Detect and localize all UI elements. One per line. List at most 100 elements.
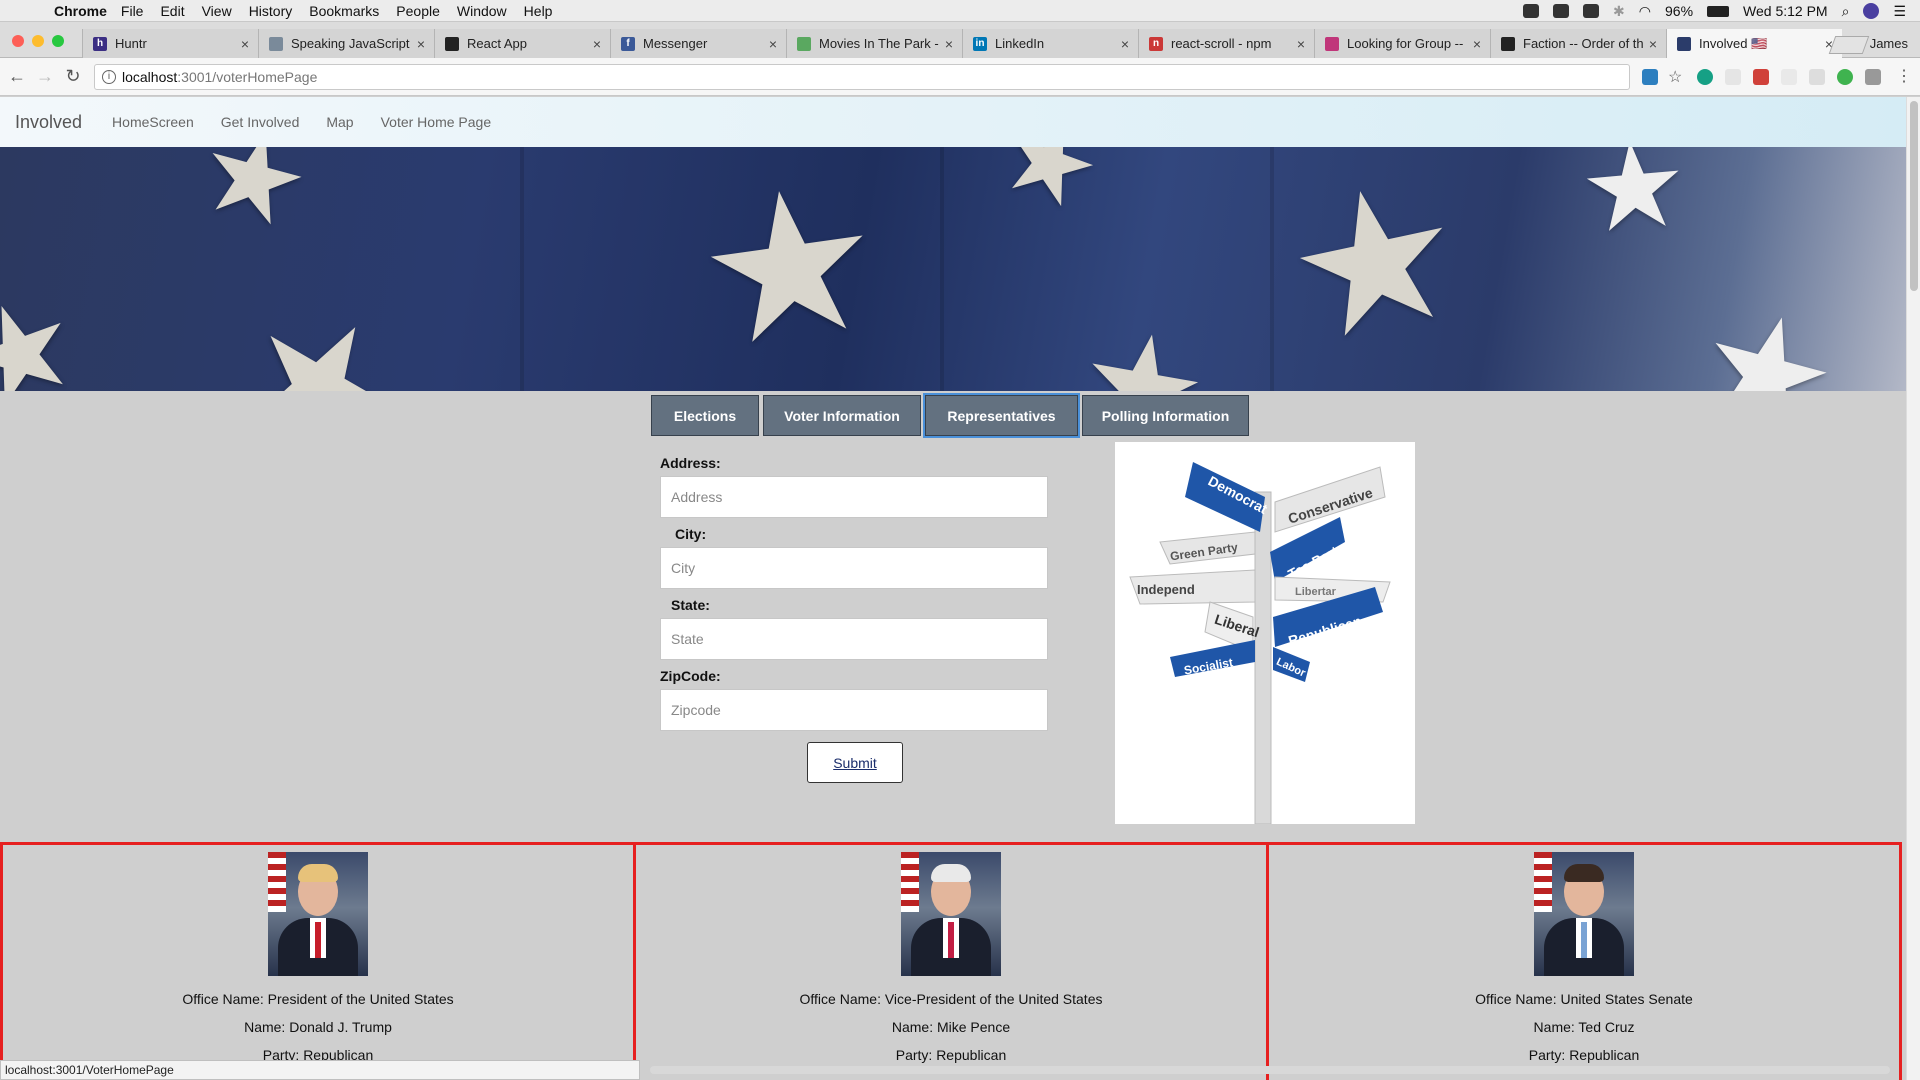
browser-tab[interactable]: n react-scroll - npm × bbox=[1138, 29, 1314, 58]
airplay-icon[interactable] bbox=[1583, 4, 1600, 18]
browser-tab[interactable]: Involved 🇺🇸 × bbox=[1666, 29, 1842, 58]
extension-3-icon[interactable] bbox=[1725, 69, 1741, 85]
horizontal-scrollbar[interactable] bbox=[650, 1066, 1890, 1074]
close-tab-icon[interactable]: × bbox=[940, 36, 958, 52]
menu-history[interactable]: History bbox=[249, 3, 293, 19]
reload-icon[interactable]: ↻ bbox=[62, 66, 84, 87]
menu-edit[interactable]: Edit bbox=[160, 3, 184, 19]
bluetooth-icon[interactable]: ✱ bbox=[1613, 3, 1625, 20]
chrome-menu-icon[interactable]: ⋮ bbox=[1896, 66, 1912, 86]
faction-favicon-icon bbox=[1501, 36, 1515, 51]
nav-link-map[interactable]: Map bbox=[326, 114, 353, 130]
browser-tab[interactable]: Movies In The Park - × bbox=[786, 29, 962, 58]
flag-hero-image: ★ ★ ★ ★ ★ ★ ★ ★ ★ bbox=[0, 147, 1906, 391]
battery-percent[interactable]: 96% bbox=[1665, 3, 1693, 19]
nav-link-voter-home-page[interactable]: Voter Home Page bbox=[381, 114, 492, 130]
city-input[interactable]: City bbox=[660, 547, 1048, 589]
extension-1-icon[interactable] bbox=[1642, 69, 1658, 85]
extension-6-icon[interactable] bbox=[1809, 69, 1825, 85]
political-signpost-image: Democrat Conservative Green Party Tea Pa… bbox=[1115, 442, 1415, 824]
browser-tab[interactable]: React App × bbox=[434, 29, 610, 58]
browser-tab[interactable]: Faction -- Order of th × bbox=[1490, 29, 1666, 58]
scrollbar-thumb[interactable] bbox=[1910, 101, 1918, 291]
tab-representatives[interactable]: Representatives bbox=[923, 393, 1080, 438]
navbar-brand[interactable]: Involved bbox=[15, 112, 82, 133]
macos-menu-bar: Chrome File Edit View History Bookmarks … bbox=[0, 0, 1920, 22]
browser-tab[interactable]: f Messenger × bbox=[610, 29, 786, 58]
tab-polling-information[interactable]: Polling Information bbox=[1082, 395, 1249, 436]
zipcode-input[interactable]: Zipcode bbox=[660, 689, 1048, 731]
close-tab-icon[interactable]: × bbox=[1644, 36, 1662, 52]
site-info-icon[interactable]: i bbox=[102, 70, 116, 84]
battery-icon[interactable] bbox=[1707, 5, 1730, 17]
extension-8-icon[interactable] bbox=[1865, 69, 1881, 85]
nav-link-get-involved[interactable]: Get Involved bbox=[221, 114, 300, 130]
browser-tab[interactable]: Looking for Group -- × bbox=[1314, 29, 1490, 58]
menu-app-name[interactable]: Chrome bbox=[54, 3, 107, 19]
representative-card: Office Name: President of the United Sta… bbox=[3, 845, 636, 1080]
close-tab-icon[interactable]: × bbox=[764, 36, 782, 52]
clock[interactable]: Wed 5:12 PM bbox=[1743, 3, 1828, 19]
browser-tab[interactable]: in LinkedIn × bbox=[962, 29, 1138, 58]
menu-window[interactable]: Window bbox=[457, 3, 507, 19]
close-tab-icon[interactable]: × bbox=[236, 36, 254, 52]
tab-title: Messenger bbox=[643, 36, 708, 51]
address-form: Address: Address City: City State: State… bbox=[660, 455, 1050, 739]
address-input[interactable]: Address bbox=[660, 476, 1048, 518]
city-label: City: bbox=[675, 526, 707, 542]
vertical-scrollbar[interactable] bbox=[1906, 97, 1920, 1080]
nav-link-homescreen[interactable]: HomeScreen bbox=[112, 114, 194, 130]
extension-2-icon[interactable] bbox=[1697, 69, 1713, 85]
browser-tab-strip: h Huntr × Speaking JavaScript × React App × f Me… bbox=[0, 22, 1920, 58]
react-favicon-icon bbox=[445, 36, 459, 51]
office-name: Office Name: Vice-President of the Unite… bbox=[799, 991, 1103, 1007]
close-tab-icon[interactable]: × bbox=[412, 36, 430, 52]
menu-help[interactable]: Help bbox=[524, 3, 553, 19]
tab-title: Looking for Group -- bbox=[1347, 36, 1464, 51]
party: Party: Republican bbox=[1528, 1047, 1640, 1063]
forward-icon[interactable]: → bbox=[34, 66, 56, 87]
back-icon[interactable]: ← bbox=[6, 66, 28, 87]
tab-elections[interactable]: Elections bbox=[651, 395, 759, 436]
close-tab-icon[interactable]: × bbox=[588, 36, 606, 52]
wifi-icon[interactable]: ◠ bbox=[1639, 3, 1651, 20]
browser-tab[interactable]: Speaking JavaScript × bbox=[258, 29, 434, 58]
menu-bookmarks[interactable]: Bookmarks bbox=[309, 3, 379, 19]
address-bar[interactable]: i localhost:3001/voterHomePage bbox=[94, 64, 1630, 90]
app-navbar: Involved HomeScreen Get Involved Map Vot… bbox=[0, 97, 1906, 147]
minimize-window-icon[interactable] bbox=[32, 35, 44, 47]
siri-icon[interactable] bbox=[1863, 3, 1880, 19]
notification-center-icon[interactable]: ☰ bbox=[1893, 3, 1906, 20]
section-tabs: Elections Voter Information Representati… bbox=[651, 393, 1249, 438]
menu-people[interactable]: People bbox=[396, 3, 440, 19]
browser-tab[interactable]: h Huntr × bbox=[82, 29, 258, 58]
tab-voter-information[interactable]: Voter Information bbox=[763, 395, 921, 436]
close-tab-icon[interactable]: × bbox=[1292, 36, 1310, 52]
state-label: State: bbox=[671, 597, 710, 613]
representative-photo bbox=[268, 852, 368, 976]
tab-title: Involved 🇺🇸 bbox=[1699, 35, 1768, 51]
tab-title: Huntr bbox=[115, 36, 147, 51]
bookmark-star-icon[interactable]: ☆ bbox=[1668, 67, 1682, 87]
menu-extras: ✱ ◠ 96% Wed 5:12 PM ⌕ ☰ bbox=[1523, 0, 1906, 22]
extension-5-icon[interactable] bbox=[1781, 69, 1797, 85]
state-input[interactable]: State bbox=[660, 618, 1048, 660]
dropbox-icon[interactable] bbox=[1523, 4, 1540, 18]
extension-4-icon[interactable] bbox=[1753, 69, 1769, 85]
profile-name[interactable]: James bbox=[1870, 36, 1908, 51]
new-tab-button[interactable] bbox=[1828, 36, 1870, 54]
close-tab-icon[interactable]: × bbox=[1116, 36, 1134, 52]
npm-favicon-icon: n bbox=[1149, 36, 1163, 51]
evernote-icon[interactable] bbox=[1553, 4, 1570, 18]
spotlight-icon[interactable]: ⌕ bbox=[1842, 3, 1850, 20]
sign-independent: Independ bbox=[1137, 582, 1195, 597]
menu-view[interactable]: View bbox=[202, 3, 232, 19]
representatives-list: Office Name: President of the United Sta… bbox=[0, 842, 1902, 1080]
grammarly-icon[interactable] bbox=[1837, 69, 1853, 85]
close-window-icon[interactable] bbox=[12, 35, 24, 47]
menu-file[interactable]: File bbox=[121, 3, 144, 19]
tab-title: react-scroll - npm bbox=[1171, 36, 1272, 51]
close-tab-icon[interactable]: × bbox=[1468, 36, 1486, 52]
zoom-window-icon[interactable] bbox=[52, 35, 64, 47]
submit-button[interactable]: Submit bbox=[807, 742, 903, 783]
